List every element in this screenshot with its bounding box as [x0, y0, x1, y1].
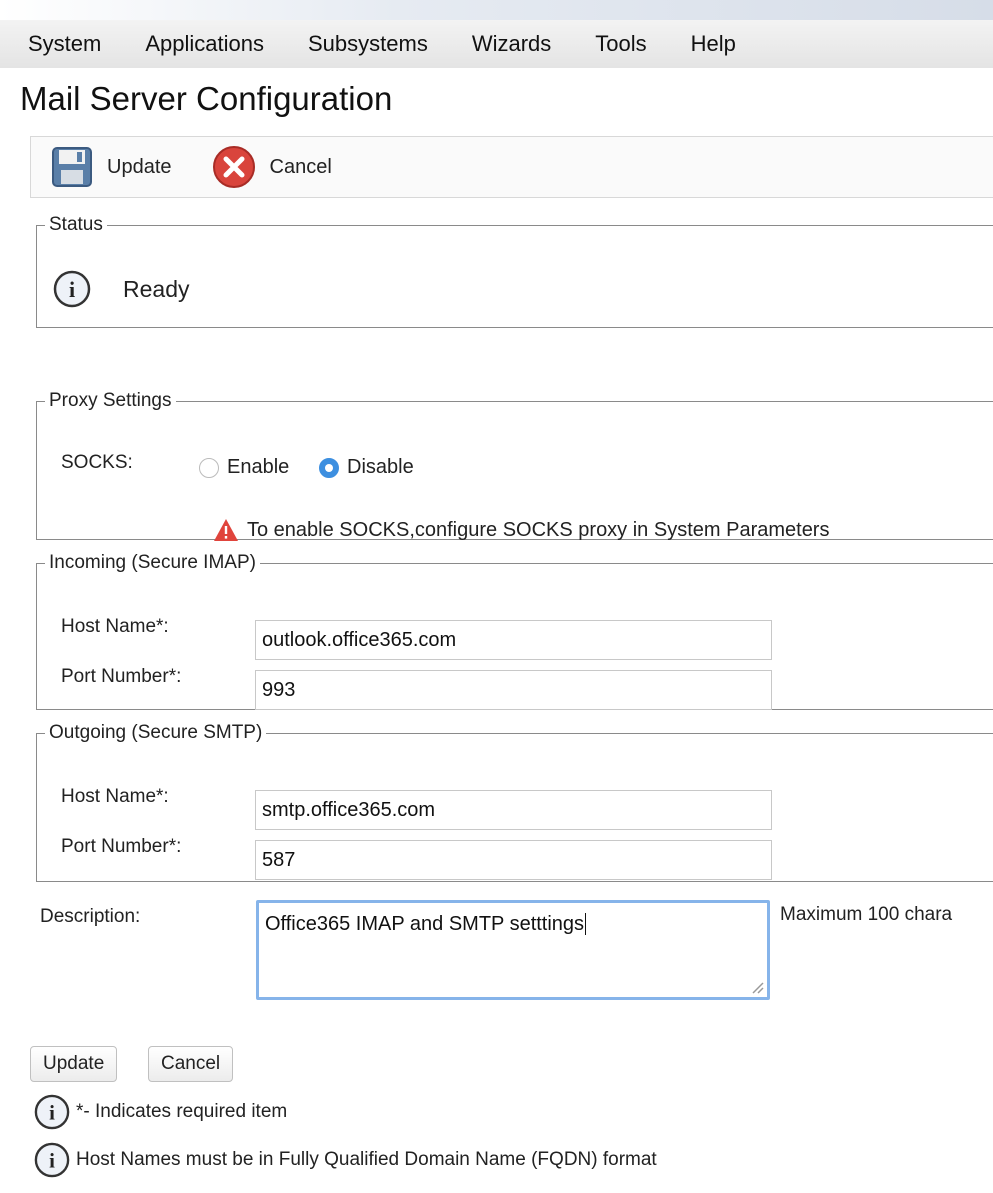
proxy-legend: Proxy Settings: [49, 390, 172, 411]
socks-warning-text: To enable SOCKS,configure SOCKS proxy in…: [247, 518, 830, 541]
status-legend: Status: [49, 214, 103, 235]
page-title: Mail Server Configuration: [20, 80, 393, 117]
window-top-strip: [0, 0, 993, 20]
status-text: Ready: [123, 275, 190, 302]
cancel-x-icon: [212, 146, 255, 188]
text-cursor: [585, 913, 587, 935]
socks-disable-radio[interactable]: Disable: [319, 456, 414, 479]
floppy-disk-icon: [52, 147, 92, 187]
info-icon: i: [34, 1094, 70, 1130]
incoming-port-input[interactable]: 993: [255, 670, 772, 710]
menu-help[interactable]: Help: [691, 31, 736, 57]
menu-tools[interactable]: Tools: [595, 31, 646, 57]
incoming-legend: Incoming (Secure IMAP): [49, 552, 256, 573]
toolbar-cancel-label: Cancel: [269, 155, 332, 178]
incoming-host-label: Host Name*:: [61, 616, 169, 637]
required-note-text: *- Indicates required item: [76, 1101, 288, 1122]
toolbar-cancel-button[interactable]: Cancel: [212, 145, 332, 189]
incoming-host-input[interactable]: outlook.office365.com: [255, 620, 772, 660]
menu-wizards[interactable]: Wizards: [472, 31, 551, 57]
socks-enable-label: Enable: [227, 456, 290, 478]
menu-applications[interactable]: Applications: [145, 31, 264, 57]
socks-label: SOCKS:: [61, 452, 133, 473]
svg-text:i: i: [69, 277, 75, 302]
radio-unchecked: [199, 457, 219, 478]
socks-disable-label: Disable: [347, 456, 414, 478]
svg-text:i: i: [49, 1149, 55, 1173]
menu-system[interactable]: System: [28, 31, 101, 57]
description-max-hint: Maximum 100 chara: [780, 904, 953, 925]
incoming-imap-panel: Incoming (Secure IMAP) Host Name*: outlo…: [36, 552, 993, 710]
outgoing-legend: Outgoing (Secure SMTP): [49, 722, 263, 743]
info-icon: i: [53, 270, 91, 308]
cancel-button[interactable]: Cancel: [148, 1046, 234, 1082]
menu-bar: System Applications Subsystems Wizards T…: [0, 20, 993, 68]
socks-warning: To enable SOCKS,configure SOCKS proxy in…: [213, 518, 829, 542]
outgoing-port-input[interactable]: 587: [255, 840, 772, 880]
description-label: Description:: [40, 906, 141, 927]
outgoing-host-input[interactable]: smtp.office365.com: [255, 790, 772, 830]
status-panel: Status i Ready: [36, 214, 993, 328]
toolbar: Update Cancel: [30, 136, 993, 198]
required-note: i *- Indicates required item: [34, 1094, 287, 1130]
fqdn-note: i Host Names must be in Fully Qualified …: [34, 1142, 657, 1178]
update-button[interactable]: Update: [30, 1046, 118, 1082]
socks-enable-radio[interactable]: Enable: [199, 456, 289, 479]
menu-subsystems[interactable]: Subsystems: [308, 31, 428, 57]
toolbar-update-button[interactable]: Update: [51, 146, 172, 188]
description-text: Office365 IMAP and SMTP setttings: [265, 913, 585, 935]
fqdn-note-text: Host Names must be in Fully Qualified Do…: [76, 1149, 657, 1170]
info-icon: i: [34, 1142, 70, 1178]
outgoing-port-label: Port Number*:: [61, 836, 182, 857]
proxy-settings-panel: Proxy Settings SOCKS: Enable Disable To …: [36, 390, 993, 542]
description-textarea[interactable]: Office365 IMAP and SMTP setttings: [256, 900, 770, 1000]
svg-text:i: i: [49, 1101, 55, 1125]
incoming-port-label: Port Number*:: [61, 666, 182, 687]
warning-triangle-icon: [214, 519, 238, 541]
toolbar-update-label: Update: [107, 155, 172, 178]
radio-checked: [319, 457, 339, 478]
outgoing-host-label: Host Name*:: [61, 786, 169, 807]
outgoing-smtp-panel: Outgoing (Secure SMTP) Host Name*: smtp.…: [36, 722, 993, 882]
resize-grip-icon[interactable]: [750, 980, 764, 994]
